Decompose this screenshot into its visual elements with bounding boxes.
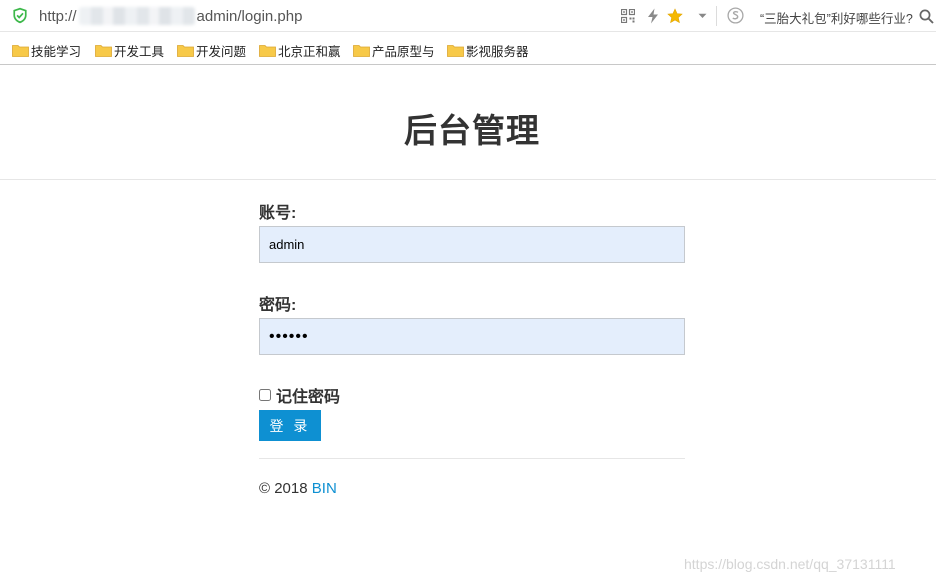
remember-label[interactable]: 记住密码	[276, 383, 340, 407]
hot-search-suggestion[interactable]: “三胎大礼包”利好哪些行业?	[760, 8, 915, 27]
address-bar: http:// admin/login.php “三胎大礼包”利好哪些行业?	[0, 0, 936, 32]
bookmark-folder[interactable]: 开发工具	[95, 41, 164, 60]
bookmark-folder[interactable]: 北京正和赢	[259, 41, 341, 60]
folder-icon	[95, 45, 112, 57]
bookmark-label: 产品原型与	[372, 45, 435, 59]
account-input[interactable]	[259, 226, 685, 263]
bookmark-label: 技能学习	[31, 45, 82, 59]
bookmark-folder[interactable]: 产品原型与	[353, 41, 435, 60]
footer: © 2018 BIN	[259, 480, 337, 497]
folder-icon	[12, 45, 29, 57]
sogou-s-icon[interactable]	[727, 7, 744, 24]
url-field[interactable]: http:// admin/login.php	[39, 7, 302, 25]
lightning-icon[interactable]	[645, 8, 661, 24]
chevron-down-icon[interactable]	[694, 8, 710, 24]
account-label: 账号:	[259, 205, 297, 222]
bookmark-folder[interactable]: 影视服务器	[447, 41, 529, 60]
remember-password[interactable]: 记住密码	[259, 383, 340, 407]
star-icon[interactable]	[667, 8, 683, 24]
bookmark-folder[interactable]: 技能学习	[12, 41, 81, 60]
watermark: https://blog.csdn.net/qq_37131111	[684, 556, 896, 572]
bookmark-label: 开发问题	[196, 45, 247, 59]
folder-icon	[447, 45, 464, 57]
password-label: 密码:	[259, 297, 297, 314]
login-button[interactable]: 登 录	[259, 410, 321, 441]
footer-divider	[259, 458, 685, 459]
bookmark-label: 开发工具	[114, 45, 165, 59]
bookmarks-bar: 技能学习 开发工具 开发问题 北京正和赢 产品原型与 影视服务器	[0, 33, 936, 65]
remember-checkbox[interactable]	[259, 389, 271, 401]
shield-check-icon[interactable]	[12, 7, 28, 24]
qr-code-icon[interactable]	[620, 8, 636, 24]
folder-icon	[353, 45, 370, 57]
magnifier-icon[interactable]	[918, 8, 934, 24]
url-prefix: http://	[39, 7, 77, 25]
toolbar-separator	[716, 6, 717, 26]
page-title: 后台管理	[404, 112, 540, 149]
bookmark-label: 影视服务器	[466, 45, 529, 59]
bookmark-folder[interactable]: 开发问题	[177, 41, 246, 60]
folder-icon	[177, 45, 194, 57]
url-redacted-host	[78, 7, 195, 25]
password-input[interactable]	[259, 318, 685, 355]
url-path: admin/login.php	[196, 7, 303, 25]
bookmark-label: 北京正和赢	[278, 45, 341, 59]
page-header: 后台管理	[0, 66, 936, 180]
folder-icon	[259, 45, 276, 57]
footer-copyright: © 2018	[259, 480, 308, 497]
footer-link[interactable]: BIN	[312, 480, 337, 497]
